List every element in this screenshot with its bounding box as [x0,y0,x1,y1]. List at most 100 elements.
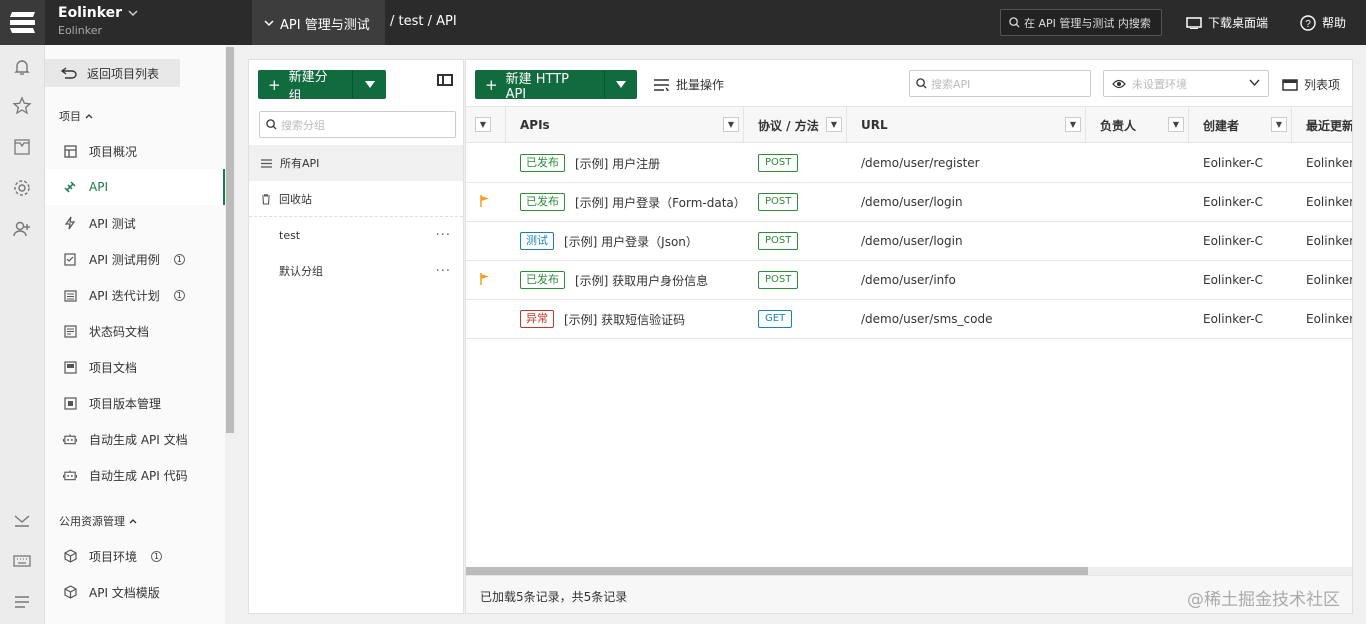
section-project[interactable]: 项目 [59,108,93,124]
api-name-cell[interactable]: 已发布 [示例] 用户登录（Form-data） [520,183,746,221]
table-row[interactable]: 测试 [示例] 用户登录（Json） POST/demo/user/login Eol… [466,222,1352,261]
new-group-button[interactable]: + 新建分组 [258,70,386,104]
select-all-dropdown[interactable]: ▼ [475,117,491,132]
top-bar: Eolinker Eolinker API 管理与测试 / test / API… [0,0,1366,45]
add-user-icon[interactable] [12,219,32,239]
sidebar-item[interactable]: API 迭代计划 1 [45,277,225,313]
column-header-updated[interactable]: 最近更新 [1292,107,1352,143]
cube-icon [63,585,77,599]
sidebar-item[interactable]: API 测试 [45,205,225,241]
gear-icon[interactable] [12,178,32,198]
api-name[interactable]: [示例] 用户登录（Json） [564,233,698,250]
group-item[interactable]: 默认分组 ··· [249,253,463,289]
global-search-input[interactable]: 在 API 管理与测试 内搜索 [1000,9,1162,36]
info-icon[interactable]: 1 [173,253,185,265]
help-button[interactable]: ? 帮助 [1300,14,1346,31]
column-header-creator[interactable]: 创建者 ▼ [1189,107,1292,143]
sidebar-item[interactable]: API 测试用例 1 [45,241,225,277]
api-icon [63,180,77,194]
menu-icon[interactable] [12,592,32,612]
info-icon[interactable]: 1 [151,550,163,562]
column-filter-icon[interactable]: ▼ [1168,117,1184,132]
chevron-up-icon [129,519,137,524]
plus-icon: + [268,75,281,94]
horizontal-scrollbar-thumb[interactable] [466,567,1088,575]
api-name-cell[interactable]: 异常 [示例] 获取短信验证码 [520,300,685,338]
app-logo[interactable] [0,0,45,45]
list-view-toggle[interactable]: 列表项 [1282,76,1340,93]
api-name[interactable]: [示例] 获取短信验证码 [564,311,685,328]
column-filter-icon[interactable]: ▼ [1271,117,1287,132]
api-search-input[interactable]: 搜索API [909,70,1091,97]
api-panel: + 新建 HTTP API 批量操作 搜索API 未设置环境 列表项 ▼ APIs… [465,59,1353,614]
api-name-cell[interactable]: 测试 [示例] 用户登录（Json） [520,222,698,260]
sidebar-item[interactable]: API 文档模版 [45,574,225,610]
method-badge: POST [758,271,799,289]
nav-scrollbar[interactable] [225,45,235,624]
sidebar-toggle-icon[interactable] [437,74,453,86]
sidebar-item[interactable]: 自动生成 API 代码 [45,457,225,493]
column-filter-icon[interactable]: ▼ [826,117,842,132]
back-to-projects-button[interactable]: 返回项目列表 [45,59,180,87]
download-desktop-button[interactable]: 下载桌面端 [1186,14,1268,31]
new-http-api-button[interactable]: + 新建 HTTP API [475,70,637,102]
api-name-cell[interactable]: 已发布 [示例] 获取用户身份信息 [520,261,708,299]
bell-icon[interactable] [12,57,32,77]
flag-icon[interactable] [480,195,490,207]
more-icon[interactable]: ··· [436,264,451,279]
group-item[interactable]: test ··· [249,217,463,253]
sidebar-item[interactable]: API [45,169,225,205]
group-item-label: test [279,228,301,242]
column-header-label: URL [861,118,888,132]
method-cell: POST [758,144,799,182]
breadcrumb-module[interactable]: API 管理与测试 [252,0,385,45]
table-row[interactable]: 已发布 [示例] 用户注册 POST/demo/user/register Eolin… [466,144,1352,183]
breadcrumb-module-label: API 管理与测试 [280,18,370,33]
collapse-icon[interactable] [12,511,32,531]
caret-down-icon [615,81,626,88]
api-name[interactable]: [示例] 用户登录（Form-data） [575,194,746,211]
keyboard-icon[interactable] [12,551,32,571]
api-name-cell[interactable]: 已发布 [示例] 用户注册 [520,144,660,182]
info-icon[interactable]: 1 [173,289,185,301]
new-http-api-dropdown[interactable] [603,70,637,99]
sidebar-item[interactable]: 项目环境 1 [45,538,225,574]
environment-select[interactable]: 未设置环境 [1103,70,1269,97]
group-search-input[interactable]: 搜索分组 [259,111,456,138]
group-recycle-bin[interactable]: 回收站 [249,181,463,217]
workspace-switcher[interactable]: Eolinker Eolinker [46,0,252,45]
api-name[interactable]: [示例] 用户注册 [575,155,660,172]
sidebar-item[interactable]: 项目文档 [45,349,225,385]
sidebar-item[interactable]: 自动生成 API 文档 [45,421,225,457]
column-filter-icon[interactable]: ▼ [1065,117,1081,132]
sidebar-item-label: API 迭代计划 [89,288,160,303]
list-icon [261,158,272,168]
list-view-label: 列表项 [1304,78,1341,92]
flag-icon[interactable] [480,273,490,285]
sidebar-item[interactable]: 项目概况 [45,133,225,169]
table-row[interactable]: 已发布 [示例] 用户登录（Form-data） POST/demo/user/lo… [466,183,1353,222]
table-row[interactable]: 已发布 [示例] 获取用户身份信息 POST/demo/user/info Eolin… [466,261,1352,300]
record-count: 已加载5条记录，共5条记录 [480,590,628,604]
sidebar-item[interactable]: 项目版本管理 [45,385,225,421]
creator-cell: Eolinker-C [1203,156,1263,170]
group-all-api[interactable]: 所有API [249,145,463,181]
api-name[interactable]: [示例] 获取用户身份信息 [575,272,708,289]
column-filter-icon[interactable]: ▼ [723,117,739,132]
column-header-url[interactable]: URL ▼ [847,107,1086,143]
inbox-icon[interactable] [12,137,32,157]
updated-cell: Eolinker- [1306,195,1353,209]
star-icon[interactable] [12,96,32,116]
column-header-owner[interactable]: 负责人 ▼ [1086,107,1189,143]
more-icon[interactable]: ··· [436,228,451,243]
table-row[interactable]: 异常 [示例] 获取短信验证码 GET/demo/user/sms_code Eoli… [466,300,1352,339]
section-public-resources[interactable]: 公用资源管理 [59,513,137,529]
column-header-method[interactable]: 协议 / 方法 ▼ [744,107,847,143]
column-header-apis[interactable]: APIs ▼ [506,107,744,143]
doc-icon [63,324,77,338]
batch-operation-button[interactable]: 批量操作 [654,76,724,93]
sidebar-item[interactable]: 状态码文档 [45,313,225,349]
horizontal-scrollbar[interactable] [466,567,1352,575]
nav-scrollbar-thumb[interactable] [226,47,234,433]
new-group-dropdown[interactable] [352,70,386,99]
